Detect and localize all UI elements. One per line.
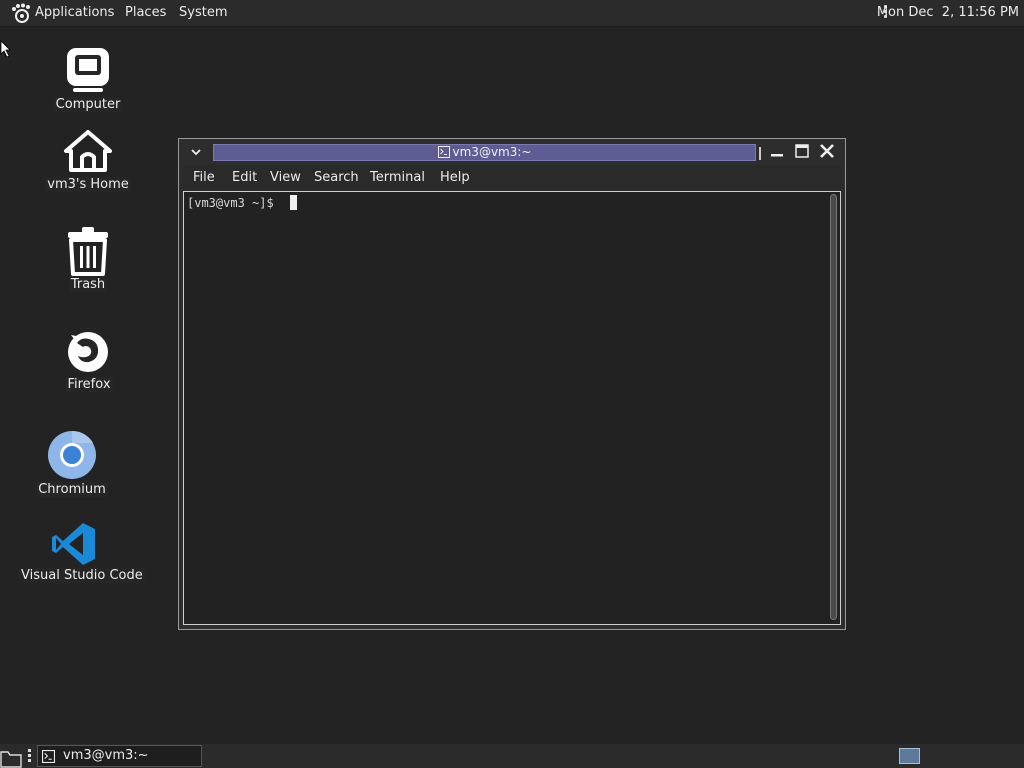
computer-icon [67,48,109,92]
desktop-icon-vscode[interactable]: Visual Studio Code [19,521,145,589]
menu-view[interactable]: View [270,165,301,191]
taskbar-handle-icon[interactable] [28,749,32,765]
menu-search[interactable]: Search [314,165,359,191]
terminal-window[interactable]: vm3@vm3:~ File Edit View Search Terminal… [178,138,846,630]
minimize-icon[interactable] [768,142,786,160]
gnome-foot-icon[interactable] [10,3,32,23]
clock[interactable]: Mon Dec 2, 11:56 PM [877,0,1019,26]
menu-terminal[interactable]: Terminal [370,165,425,191]
taskbar-item-label: vm3@vm3:~ [63,748,149,763]
menu-file[interactable]: File [193,165,215,191]
close-icon[interactable] [818,142,836,160]
desktop-icon-home[interactable]: vm3's Home [33,129,143,199]
window-titlebar[interactable]: vm3@vm3:~ [179,139,845,165]
desktop-icon-label: Chromium [36,482,108,497]
vscode-icon [52,523,95,565]
desktop-icon-firefox[interactable]: Firefox [34,329,144,395]
desktop-icon-label: Firefox [65,377,113,392]
shell-prompt: [vm3@vm3 ~]$ [187,196,281,210]
terminal-menubar: File Edit View Search Terminal Help [183,165,841,191]
desktop-icon-label: Computer [53,97,123,112]
desktop-icon-chromium[interactable]: Chromium [17,430,127,500]
show-desktop-icon[interactable] [0,746,22,768]
window-menu-chevron-icon[interactable] [189,145,203,159]
taskbar-item-terminal[interactable]: vm3@vm3:~ [37,745,202,767]
system-menu[interactable]: System [179,0,227,26]
bottom-panel: vm3@vm3:~ [0,744,1024,768]
firefox-icon [68,332,108,372]
trash-icon [68,227,108,276]
terminal-scrollbar[interactable] [830,194,837,620]
top-panel: Applications Places System Mon Dec 2, 11… [0,0,1024,27]
terminal-output[interactable]: [vm3@vm3 ~]$ [183,191,841,625]
desktop-icon-label: Visual Studio Code [19,568,145,583]
menu-edit[interactable]: Edit [232,165,257,191]
mouse-pointer-icon [0,40,11,58]
menu-help[interactable]: Help [440,165,470,191]
terminal-app-icon [437,146,450,158]
text-cursor [290,195,297,210]
title-separator [759,147,761,160]
desktop-icon-label: Trash [68,277,108,292]
applications-menu[interactable]: Applications [35,0,114,26]
home-icon [64,130,112,172]
desktop-icon-trash[interactable]: Trash [33,226,143,296]
desktop-icon-computer[interactable]: Computer [33,46,143,116]
terminal-app-icon [42,750,55,763]
places-menu[interactable]: Places [125,0,166,26]
window-title: vm3@vm3:~ [452,145,532,159]
chromium-icon [48,430,96,479]
workspace-switcher[interactable] [899,748,920,764]
window-title-area[interactable]: vm3@vm3:~ [213,144,756,161]
desktop-icon-label: vm3's Home [45,177,131,192]
maximize-icon[interactable] [793,142,811,160]
